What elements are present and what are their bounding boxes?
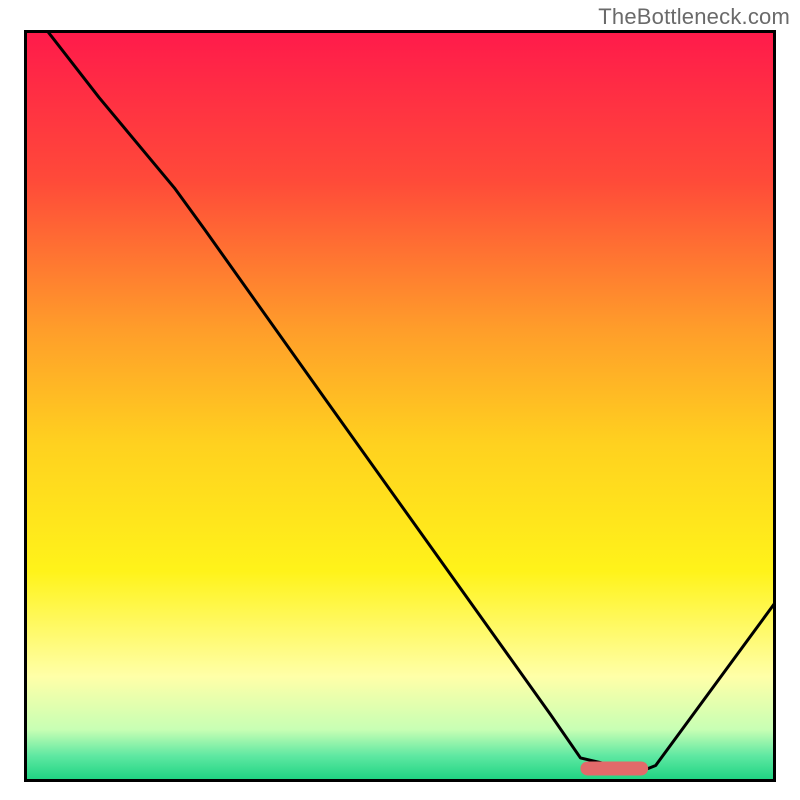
bottleneck-chart (24, 30, 776, 782)
optimal-range-marker (580, 761, 648, 775)
chart-svg (24, 30, 776, 782)
attribution-text: TheBottleneck.com (598, 4, 790, 30)
